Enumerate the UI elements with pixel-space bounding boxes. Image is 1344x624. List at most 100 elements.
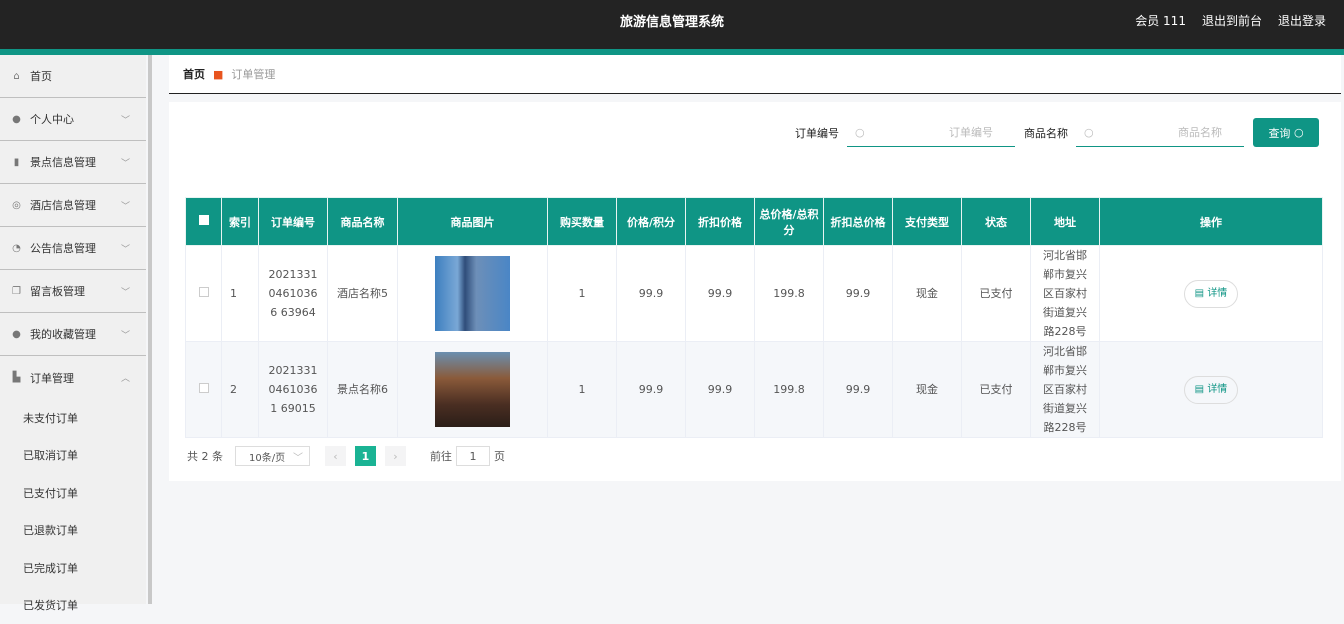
- pin-icon: ●: [11, 329, 22, 340]
- orders-table: 索引 订单编号 商品名称 商品图片 购买数量 价格/积分 折扣价格 总价格/总积…: [185, 197, 1323, 438]
- col-header: 价格/积分: [617, 198, 686, 246]
- query-button[interactable]: 查询 ○: [1253, 118, 1319, 147]
- top-bar: 旅游信息管理系统 会员 111 退出到前台 退出登录: [0, 0, 1344, 55]
- hotel-icon: ◎: [11, 200, 22, 211]
- cell-status: 已支付: [962, 342, 1031, 438]
- table-row: 2 202133104610361 69015 景点名称6 1 99.9 99.…: [186, 342, 1323, 438]
- col-header: 总价格/总积分: [755, 198, 824, 246]
- col-header: 折扣总价格: [824, 198, 893, 246]
- to-front-link[interactable]: 退出到前台: [1202, 12, 1262, 29]
- basket-icon: ■: [213, 68, 223, 81]
- placeholder: 订单编号: [949, 124, 993, 140]
- sidebar-item-home[interactable]: ⌂首页: [0, 55, 146, 98]
- page-size-select[interactable]: 10条/页 ﹀: [235, 446, 310, 466]
- sidebar: ⌂首页 ●个人中心﹀ ▮景点信息管理﹀ ◎酒店信息管理﹀ ◔公告信息管理﹀ ❐留…: [0, 55, 146, 604]
- submenu-refunded[interactable]: 已退款订单: [0, 512, 146, 550]
- goto-page-input[interactable]: 1: [456, 446, 490, 466]
- sidebar-item-hotels[interactable]: ◎酒店信息管理﹀: [0, 184, 146, 227]
- breadcrumb-home[interactable]: 首页: [183, 66, 205, 82]
- search-icon: ○: [1294, 126, 1304, 139]
- search-icon: ○: [855, 126, 865, 139]
- cell-pay: 现金: [893, 246, 962, 342]
- col-header: 状态: [962, 198, 1031, 246]
- user-icon: ●: [11, 114, 22, 125]
- cell-pay: 现金: [893, 342, 962, 438]
- cell-image: [398, 342, 548, 438]
- pagination: 共 2 条 10条/页﹀ ‹ 1 › 前往 1 页: [187, 446, 505, 466]
- sidebar-item-attractions[interactable]: ▮景点信息管理﹀: [0, 141, 146, 184]
- submenu-unpaid[interactable]: 未支付订单: [0, 399, 146, 437]
- select-all-checkbox[interactable]: [186, 198, 222, 246]
- sidebar-item-notices[interactable]: ◔公告信息管理﹀: [0, 227, 146, 270]
- home-icon: ⌂: [11, 71, 22, 82]
- chevron-down-icon: ﹀: [121, 199, 130, 212]
- col-header: 购买数量: [548, 198, 617, 246]
- chevron-up-icon: ︿: [121, 371, 130, 384]
- label: 公告信息管理: [30, 240, 96, 256]
- order-no-label: 订单编号: [795, 125, 839, 141]
- col-header: 操作: [1100, 198, 1323, 246]
- next-page-button[interactable]: ›: [385, 446, 406, 466]
- cell-address: 河北省邯郸市复兴区百家村街道复兴路228号: [1031, 342, 1100, 438]
- total-count: 共 2 条: [187, 448, 223, 464]
- col-header: 商品图片: [398, 198, 548, 246]
- user-label[interactable]: 会员 111: [1135, 12, 1186, 29]
- prev-page-button[interactable]: ‹: [325, 446, 346, 466]
- cell-price: 99.9: [617, 246, 686, 342]
- cell-disc: 99.9: [686, 342, 755, 438]
- label: 订单管理: [30, 370, 74, 386]
- page-suffix: 页: [494, 448, 505, 464]
- sidebar-item-orders[interactable]: ▙ 订单管理 ︿: [0, 356, 146, 399]
- cart-icon: ▙: [11, 372, 22, 383]
- col-header: 折扣价格: [686, 198, 755, 246]
- cell-index: 2: [222, 342, 259, 438]
- col-header: 索引: [222, 198, 259, 246]
- sidebar-item-profile[interactable]: ●个人中心﹀: [0, 98, 146, 141]
- chevron-down-icon: ﹀: [293, 449, 303, 464]
- cell-index: 1: [222, 246, 259, 342]
- cell-disc-total: 99.9: [824, 342, 893, 438]
- detail-button[interactable]: ▤ 详情: [1184, 280, 1238, 308]
- submenu-shipped[interactable]: 已发货订单: [0, 587, 146, 624]
- order-no-input[interactable]: ○ 订单编号: [847, 118, 1015, 147]
- attraction-image: [435, 352, 510, 427]
- label: 详情: [1207, 288, 1227, 299]
- search-bar: 订单编号 ○订单编号 商品名称 ○商品名称 查询 ○: [795, 118, 1319, 147]
- cell-qty: 1: [548, 342, 617, 438]
- sidebar-item-favorites[interactable]: ●我的收藏管理﹀: [0, 313, 146, 356]
- product-name-input[interactable]: ○商品名称: [1076, 118, 1244, 147]
- detail-button[interactable]: ▤ 详情: [1184, 376, 1238, 404]
- cell-disc: 99.9: [686, 246, 755, 342]
- cell-actions: ▤ 详情: [1100, 246, 1323, 342]
- table-header: 索引 订单编号 商品名称 商品图片 购买数量 价格/积分 折扣价格 总价格/总积…: [186, 198, 1323, 246]
- submenu-paid[interactable]: 已支付订单: [0, 474, 146, 512]
- sidebar-item-messages[interactable]: ❐留言板管理﹀: [0, 270, 146, 313]
- submenu-cancelled[interactable]: 已取消订单: [0, 437, 146, 475]
- label: 我的收藏管理: [30, 326, 96, 342]
- label: 10条/页: [249, 449, 285, 464]
- cell-name: 酒店名称5: [328, 246, 398, 342]
- cell-qty: 1: [548, 246, 617, 342]
- breadcrumb: 首页 ■ 订单管理: [169, 55, 1341, 94]
- cell-price: 99.9: [617, 342, 686, 438]
- chevron-down-icon: ﹀: [121, 242, 130, 255]
- hotel-image: [435, 256, 510, 331]
- label: 留言板管理: [30, 283, 85, 299]
- col-header: 地址: [1031, 198, 1100, 246]
- col-header: 订单编号: [259, 198, 328, 246]
- book-icon: ▮: [11, 157, 22, 168]
- row-checkbox[interactable]: [186, 342, 222, 438]
- cell-disc-total: 99.9: [824, 246, 893, 342]
- submenu-completed[interactable]: 已完成订单: [0, 549, 146, 587]
- page-1-button[interactable]: 1: [355, 446, 376, 466]
- cell-total: 199.8: [755, 246, 824, 342]
- sidebar-scrollbar[interactable]: [148, 55, 152, 604]
- row-checkbox[interactable]: [186, 246, 222, 342]
- cell-image: [398, 246, 548, 342]
- placeholder: 商品名称: [1178, 124, 1222, 140]
- product-name-label: 商品名称: [1024, 125, 1068, 141]
- logout-link[interactable]: 退出登录: [1278, 12, 1326, 29]
- cell-actions: ▤ 详情: [1100, 342, 1323, 438]
- cell-total: 199.8: [755, 342, 824, 438]
- col-header: 商品名称: [328, 198, 398, 246]
